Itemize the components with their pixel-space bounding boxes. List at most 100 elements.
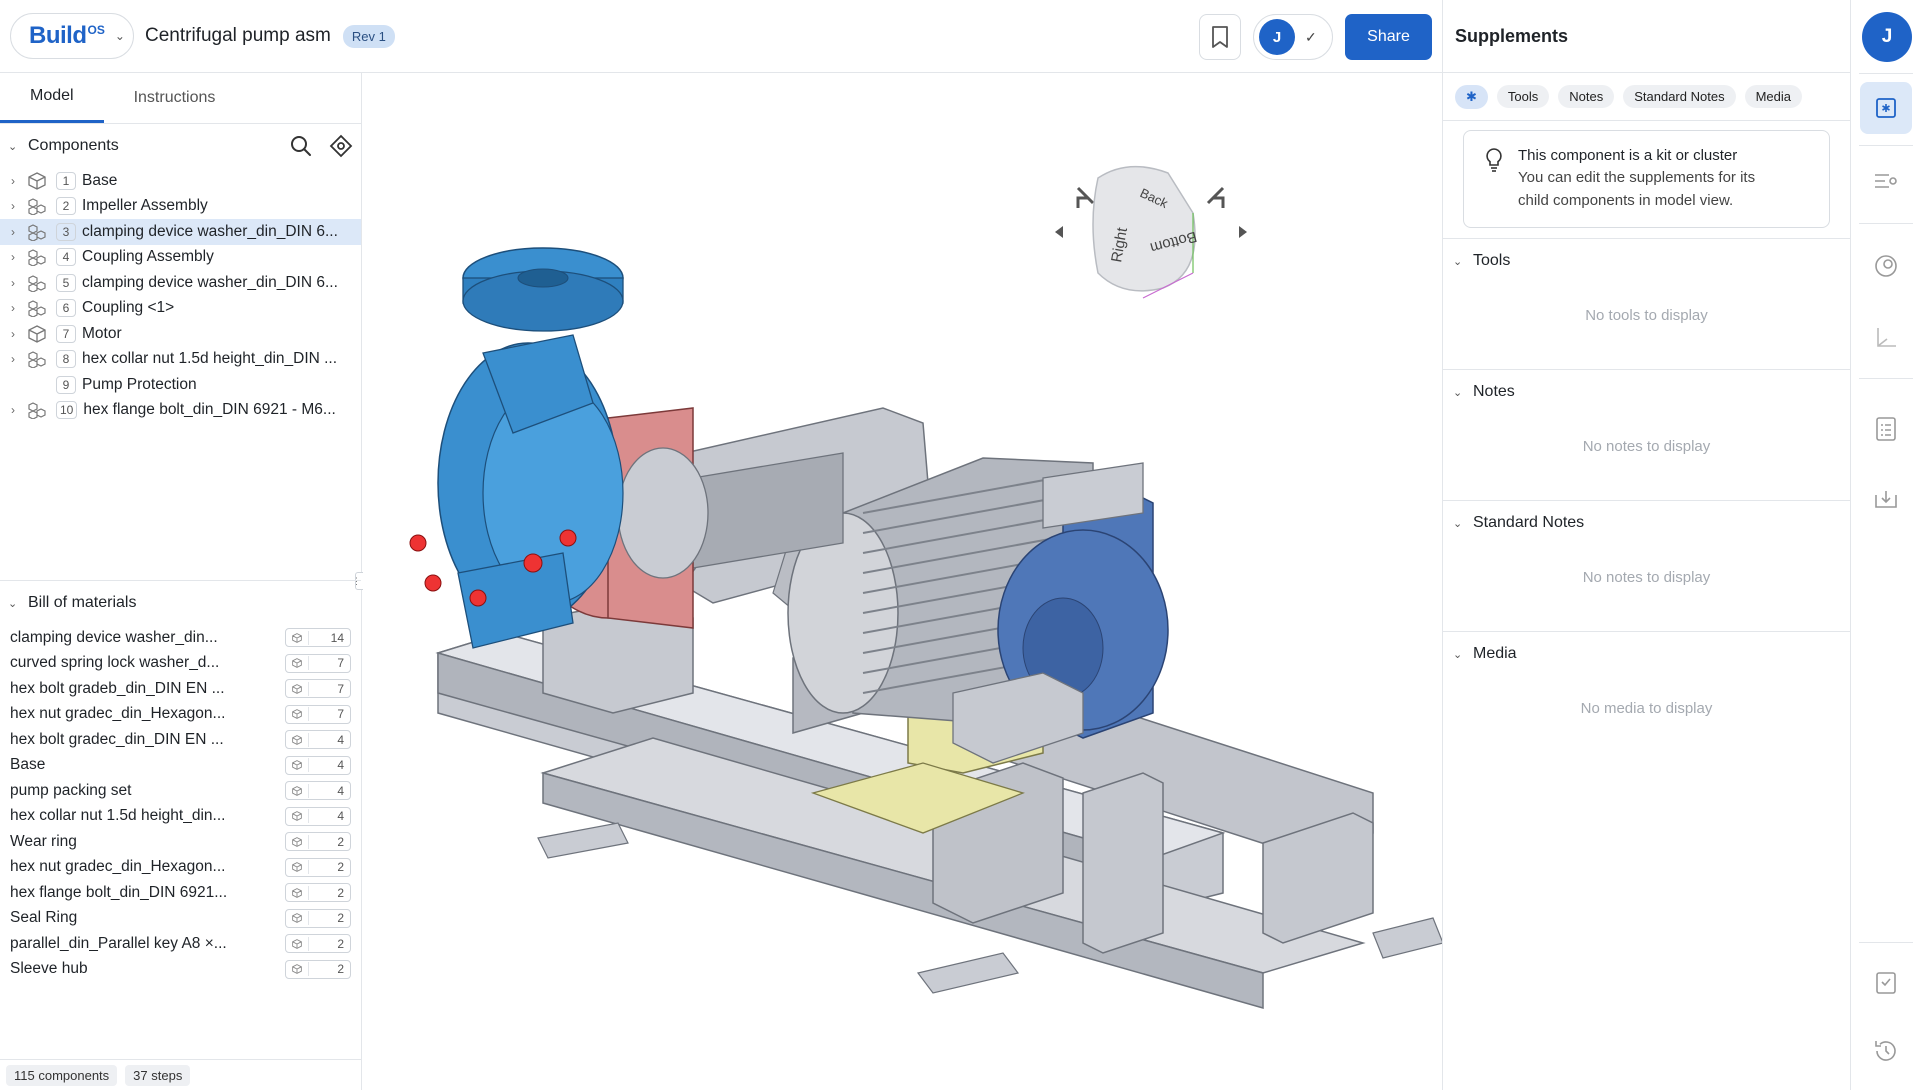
rotate-right-icon[interactable] (1206, 186, 1225, 208)
list-settings-icon (1875, 174, 1897, 188)
axes-button[interactable] (1860, 312, 1912, 364)
bookmark-button[interactable] (1199, 14, 1241, 60)
tree-row[interactable]: › 1 Base (0, 168, 361, 194)
tree-row[interactable]: › 2 Impeller Assembly (0, 194, 361, 220)
filter-tools[interactable]: Tools (1496, 85, 1550, 108)
chevron-right-icon[interactable]: › (0, 352, 26, 366)
part-icon (286, 963, 308, 975)
standard-notes-empty: No notes to display (1582, 569, 1711, 586)
view-button[interactable] (1860, 240, 1912, 292)
document-title[interactable]: Centrifugal pump asm (145, 25, 331, 47)
divider (1859, 145, 1913, 146)
view-cube[interactable]: Back Right Bottom (1055, 165, 1247, 299)
bom-quantity-value: 2 (308, 962, 350, 977)
arrow-right-icon[interactable] (1239, 226, 1247, 238)
bom-item-label: clamping device washer_din... (10, 628, 218, 646)
revision-badge[interactable]: Rev 1 (342, 24, 395, 48)
3d-viewer[interactable]: Back Right Bottom (363, 73, 1442, 1090)
chevron-down-icon[interactable]: ⌄ (1453, 648, 1473, 661)
chevron-down-icon[interactable]: ⌄ (1453, 255, 1473, 268)
chevron-right-icon[interactable]: › (0, 301, 26, 315)
supplements-icon (1876, 98, 1896, 118)
assembly-icon (28, 224, 46, 241)
chevron-down-icon[interactable]: ⌄ (8, 597, 28, 610)
pump-assembly-model[interactable]: Back Right Bottom (363, 73, 1442, 1090)
filter-media[interactable]: Media (1744, 85, 1802, 108)
tools-section-header[interactable]: ⌄ Tools (1443, 239, 1850, 283)
chevron-right-icon[interactable]: › (0, 174, 26, 188)
bom-row[interactable]: clamping device washer_din... 14 (0, 625, 361, 651)
supplements-button[interactable] (1860, 82, 1912, 134)
bom-row[interactable]: Sleeve hub 2 (0, 957, 361, 983)
bom-quantity: 2 (285, 832, 351, 852)
document-button[interactable] (1860, 403, 1912, 455)
bom-row[interactable]: hex collar nut 1.5d height_din... 4 (0, 804, 361, 830)
part-icon (28, 325, 46, 343)
chevron-right-icon[interactable]: › (0, 276, 26, 290)
rotate-left-icon[interactable] (1076, 186, 1095, 208)
bom-row[interactable]: Base 4 (0, 753, 361, 779)
bom-row[interactable]: hex nut gradec_din_Hexagon... 2 (0, 855, 361, 881)
brand-logo: Build (29, 22, 87, 49)
media-title: Media (1473, 645, 1517, 662)
tree-row[interactable]: › 8 hex collar nut 1.5d height_din_DIN ... (0, 347, 361, 373)
bookmark-list-button[interactable] (1860, 957, 1912, 1009)
tree-row[interactable]: › 4 Coupling Assembly (0, 245, 361, 271)
tree-row[interactable]: 9 Pump Protection (0, 372, 361, 398)
bom-row[interactable]: hex nut gradec_din_Hexagon... 7 (0, 702, 361, 728)
chevron-down-icon[interactable]: ⌄ (1453, 386, 1473, 399)
bom-row[interactable]: Wear ring 2 (0, 829, 361, 855)
tree-row[interactable]: › 10 hex flange bolt_din_DIN 6921 - M6... (0, 398, 361, 424)
bom-quantity-value: 4 (308, 758, 350, 773)
tab-instructions[interactable]: Instructions (104, 72, 246, 123)
divider (1859, 223, 1913, 224)
filter-notes[interactable]: Notes (1558, 85, 1615, 108)
standard-notes-section: ⌄ Standard Notes No notes to display (1443, 500, 1850, 631)
standard-notes-section-header[interactable]: ⌄ Standard Notes (1443, 501, 1850, 545)
part-icon (286, 912, 308, 924)
media-section-header[interactable]: ⌄ Media (1443, 632, 1850, 676)
bom-row[interactable]: hex flange bolt_din_DIN 6921... 2 (0, 880, 361, 906)
tree-row[interactable]: › 3 clamping device washer_din_DIN 6... (0, 219, 361, 245)
tree-row[interactable]: › 5 clamping device washer_din_DIN 6... (0, 270, 361, 296)
notes-section-header[interactable]: ⌄ Notes (1443, 370, 1850, 414)
bom-quantity-value: 2 (308, 860, 350, 875)
tree-row[interactable]: › 6 Coupling <1> (0, 296, 361, 322)
components-header[interactable]: ⌄ Components (0, 124, 361, 168)
user-menu[interactable]: J ✓ (1253, 14, 1333, 60)
chevron-down-icon[interactable]: ⌄ (8, 140, 28, 153)
search-icon[interactable] (289, 134, 313, 158)
bom-row[interactable]: pump packing set 4 (0, 778, 361, 804)
chevron-down-icon[interactable]: ⌄ (1453, 517, 1473, 530)
chevron-right-icon[interactable]: › (0, 327, 26, 341)
avatar[interactable]: J (1862, 12, 1912, 62)
bom-row[interactable]: curved spring lock washer_d... 7 (0, 651, 361, 677)
bom-row[interactable]: hex bolt gradeb_din_DIN EN ... 7 (0, 676, 361, 702)
part-icon (286, 861, 308, 873)
filter-all[interactable]: ✱ (1455, 84, 1488, 109)
arrow-left-icon[interactable] (1055, 226, 1063, 238)
bom-item-label: hex nut gradec_din_Hexagon... (10, 705, 226, 723)
locate-icon[interactable] (329, 134, 353, 158)
tree-row[interactable]: › 7 Motor (0, 321, 361, 347)
filter-standard-notes[interactable]: Standard Notes (1623, 85, 1736, 108)
bom-row[interactable]: hex bolt gradec_din_DIN EN ... 4 (0, 727, 361, 753)
step-count: 37 steps (125, 1064, 191, 1086)
chevron-right-icon[interactable]: › (0, 199, 26, 213)
tools-section: ⌄ Tools No tools to display (1443, 238, 1850, 369)
tab-model[interactable]: Model (0, 72, 104, 123)
history-button[interactable] (1860, 1025, 1912, 1077)
download-button[interactable] (1860, 473, 1912, 525)
bom-row[interactable]: Seal Ring 2 (0, 906, 361, 932)
app-switcher[interactable]: Build OS ⌄ (10, 13, 134, 59)
bom-row[interactable]: parallel_din_Parallel key A8 ×... 2 (0, 931, 361, 957)
bom-quantity: 4 (285, 755, 351, 775)
part-icon (286, 785, 308, 797)
chevron-right-icon[interactable]: › (0, 225, 26, 239)
bom-header[interactable]: ⌄ Bill of materials (0, 581, 361, 625)
chevron-right-icon[interactable]: › (0, 250, 26, 264)
chevron-right-icon[interactable]: › (0, 403, 26, 417)
kit-info-box: This component is a kit or cluster You c… (1463, 130, 1830, 228)
properties-button[interactable] (1860, 155, 1912, 207)
share-button[interactable]: Share (1345, 14, 1432, 60)
